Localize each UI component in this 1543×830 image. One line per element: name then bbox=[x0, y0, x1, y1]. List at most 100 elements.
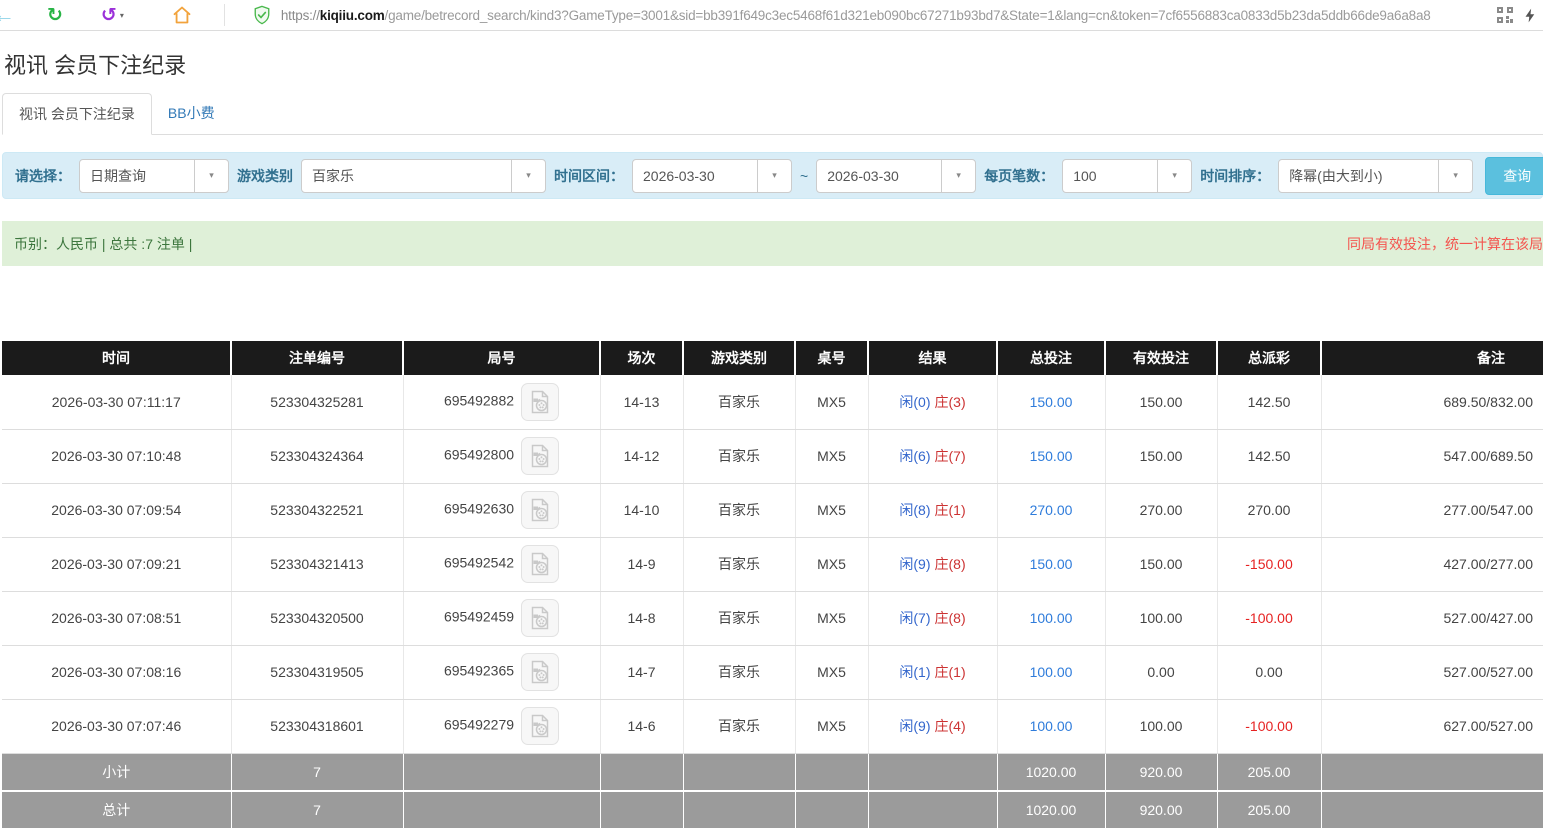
date-to-value: 2026-03-30 bbox=[817, 168, 899, 184]
result-player: 闲(0) bbox=[899, 394, 930, 410]
undo-button[interactable]: ↺ ▾ bbox=[101, 6, 124, 25]
video-replay-button[interactable] bbox=[521, 653, 559, 691]
chevron-down-icon: ▾ bbox=[757, 160, 791, 192]
cell-round-no: 695492459 bbox=[403, 591, 600, 645]
back-icon[interactable]: ← bbox=[0, 4, 15, 26]
summary-bar: 币别：人民币 | 总共 :7 注单 | 同局有效投注，统一计算在该局 bbox=[2, 221, 1543, 266]
cell-note: 527.00/427.00 bbox=[1321, 591, 1543, 645]
search-button[interactable]: 查询 bbox=[1485, 157, 1543, 195]
cell-bet-no: 523304321413 bbox=[231, 537, 403, 591]
video-replay-button[interactable] bbox=[521, 545, 559, 583]
col-round-no: 局号 bbox=[403, 341, 600, 375]
address-bar[interactable]: https://kiqiiu.com/game/betrecord_search… bbox=[281, 8, 1492, 23]
col-table-no: 桌号 bbox=[795, 341, 868, 375]
game-type-label: 游戏类别 bbox=[237, 166, 293, 186]
subtotal-total-bet: 1020.00 bbox=[997, 753, 1105, 791]
refresh-icon[interactable]: ↻ bbox=[47, 6, 63, 25]
video-replay-button[interactable] bbox=[521, 437, 559, 475]
page-content: 视讯 会员下注纪录 视讯 会员下注纪录 BB小费 请选择： 日期查询 ▾ 游戏类… bbox=[0, 48, 1543, 830]
cell-time: 2026-03-30 07:11:17 bbox=[2, 375, 231, 429]
cell-bet-no: 523304318601 bbox=[231, 699, 403, 753]
video-replay-button[interactable] bbox=[521, 707, 559, 745]
cell-table-no: MX5 bbox=[795, 429, 868, 483]
query-type-label: 请选择： bbox=[15, 166, 71, 186]
home-icon[interactable] bbox=[172, 5, 192, 25]
cell-session: 14-6 bbox=[600, 699, 683, 753]
page-size-label: 每页笔数： bbox=[984, 166, 1054, 186]
video-replay-button[interactable] bbox=[521, 491, 559, 529]
cell-round-no: 695492882 bbox=[403, 375, 600, 429]
tab-bet-records[interactable]: 视讯 会员下注纪录 bbox=[2, 93, 152, 135]
page-title: 视讯 会员下注纪录 bbox=[4, 48, 1543, 80]
undo-icon: ↺ bbox=[101, 6, 117, 25]
page-size-select[interactable]: 100 ▾ bbox=[1062, 159, 1192, 193]
toolbar-divider bbox=[224, 4, 225, 26]
cell-table-no: MX5 bbox=[795, 375, 868, 429]
result-player: 闲(7) bbox=[899, 610, 930, 626]
cell-round-no: 695492279 bbox=[403, 699, 600, 753]
date-from-value: 2026-03-30 bbox=[633, 168, 715, 184]
sort-order-select[interactable]: 降幂(由大到小) ▾ bbox=[1278, 159, 1473, 193]
date-to-select[interactable]: 2026-03-30 ▾ bbox=[816, 159, 976, 193]
cell-bet-no: 523304319505 bbox=[231, 645, 403, 699]
qr-code-icon[interactable] bbox=[1497, 7, 1513, 23]
date-from-select[interactable]: 2026-03-30 ▾ bbox=[632, 159, 792, 193]
total-bet-link[interactable]: 100.00 bbox=[997, 645, 1105, 699]
filter-bar: 请选择： 日期查询 ▾ 游戏类别 百家乐 ▾ 时间区间： 2026-03-30 … bbox=[2, 152, 1543, 199]
cell-session: 14-10 bbox=[600, 483, 683, 537]
total-count: 7 bbox=[231, 791, 403, 829]
cell-bet-no: 523304322521 bbox=[231, 483, 403, 537]
chevron-down-icon: ▾ bbox=[511, 160, 545, 192]
game-type-select[interactable]: 百家乐 ▾ bbox=[301, 159, 546, 193]
subtotal-label: 小计 bbox=[2, 753, 231, 791]
cell-game-type: 百家乐 bbox=[683, 699, 795, 753]
cell-result: 闲(9)庄(4) bbox=[868, 699, 997, 753]
cell-session: 14-7 bbox=[600, 645, 683, 699]
result-player: 闲(9) bbox=[899, 718, 930, 734]
cell-note: 277.00/547.00 bbox=[1321, 483, 1543, 537]
bet-records-table: 时间 注单编号 局号 场次 游戏类别 桌号 结果 总投注 有效投注 总派彩 备注… bbox=[2, 341, 1543, 830]
total-bet-link[interactable]: 100.00 bbox=[997, 591, 1105, 645]
cell-valid-bet: 100.00 bbox=[1105, 591, 1217, 645]
cell-note: 547.00/689.50 bbox=[1321, 429, 1543, 483]
result-banker: 庄(1) bbox=[935, 502, 966, 518]
table-row: 2026-03-30 07:08:16 523304319505 6954923… bbox=[2, 645, 1543, 699]
chevron-down-icon: ▾ bbox=[120, 11, 124, 20]
video-replay-button[interactable] bbox=[521, 383, 559, 421]
table-row: 2026-03-30 07:09:21 523304321413 6954925… bbox=[2, 537, 1543, 591]
total-bet-link[interactable]: 150.00 bbox=[997, 375, 1105, 429]
url-path: /game/betrecord_search/kind3?GameType=30… bbox=[385, 8, 1431, 23]
currency-total-summary: 币别：人民币 | 总共 :7 注单 | bbox=[14, 234, 192, 254]
col-payout: 总派彩 bbox=[1217, 341, 1321, 375]
result-player: 闲(6) bbox=[899, 448, 930, 464]
cell-result: 闲(0) 庄(3) bbox=[868, 375, 997, 429]
cell-session: 14-8 bbox=[600, 591, 683, 645]
cell-game-type: 百家乐 bbox=[683, 591, 795, 645]
cell-round-no: 695492365 bbox=[403, 645, 600, 699]
total-bet-link[interactable]: 270.00 bbox=[997, 483, 1105, 537]
table-row: 2026-03-30 07:09:54 523304322521 6954926… bbox=[2, 483, 1543, 537]
security-shield-icon[interactable] bbox=[253, 5, 271, 25]
subtotal-payout: 205.00 bbox=[1217, 753, 1321, 791]
lightning-icon[interactable] bbox=[1523, 6, 1538, 25]
result-banker: 庄(3) bbox=[935, 394, 966, 410]
total-bet-link[interactable]: 150.00 bbox=[997, 537, 1105, 591]
cell-bet-no: 523304325281 bbox=[231, 375, 403, 429]
col-valid-bet: 有效投注 bbox=[1105, 341, 1217, 375]
cell-result: 闲(8)庄(1) bbox=[868, 483, 997, 537]
cell-round-no: 695492542 bbox=[403, 537, 600, 591]
video-replay-button[interactable] bbox=[521, 599, 559, 637]
query-type-select[interactable]: 日期查询 ▾ bbox=[79, 159, 229, 193]
table-row: 2026-03-30 07:08:51 523304320500 6954924… bbox=[2, 591, 1543, 645]
cell-game-type: 百家乐 bbox=[683, 537, 795, 591]
cell-valid-bet: 270.00 bbox=[1105, 483, 1217, 537]
total-bet-link[interactable]: 100.00 bbox=[997, 699, 1105, 753]
total-bet-link[interactable]: 150.00 bbox=[997, 429, 1105, 483]
cell-payout: 142.50 bbox=[1217, 375, 1321, 429]
browser-toolbar: ← ↻ ↺ ▾ https://kiqiiu.com/game/betrecor… bbox=[0, 0, 1543, 31]
cell-payout: 0.00 bbox=[1217, 645, 1321, 699]
tab-bar: 视讯 会员下注纪录 BB小费 bbox=[2, 93, 1543, 135]
chevron-down-icon: ▾ bbox=[941, 160, 975, 192]
tab-bb-tip[interactable]: BB小费 bbox=[152, 93, 231, 134]
sort-order-value: 降幂(由大到小) bbox=[1279, 166, 1382, 186]
